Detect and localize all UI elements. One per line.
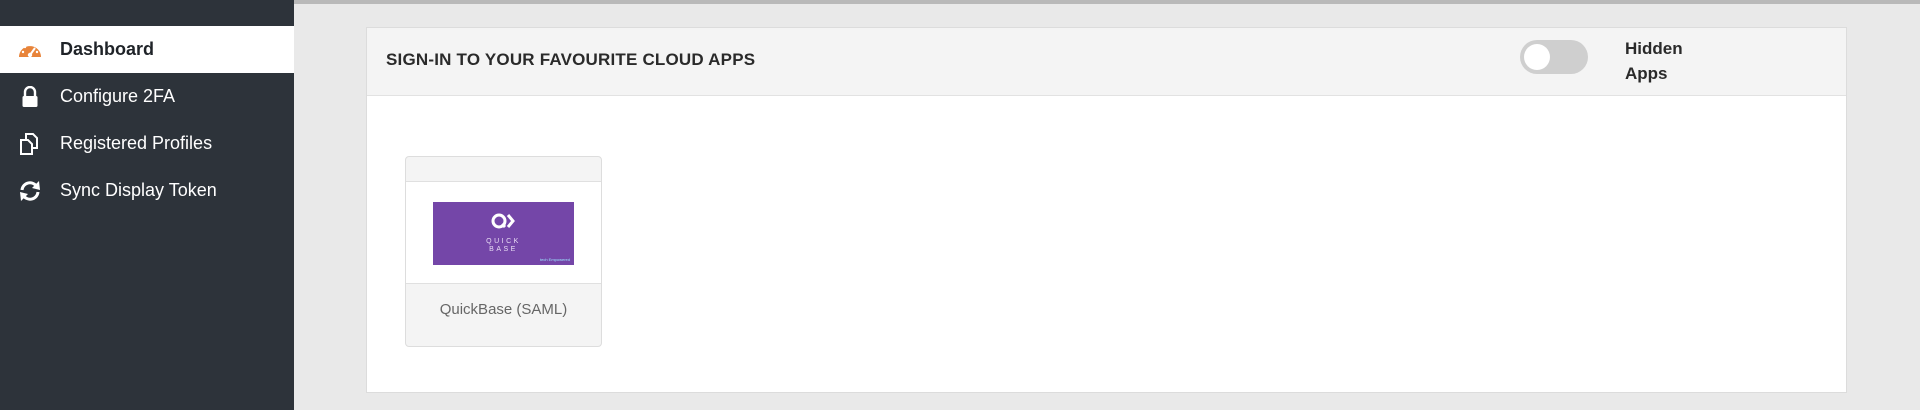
sidebar-item-label: Dashboard xyxy=(60,39,155,59)
app-name: QuickBase (SAML) xyxy=(439,301,568,318)
hidden-apps-label-line2: Apps xyxy=(1625,64,1668,83)
lock-icon xyxy=(0,85,60,108)
sidebar-item-label: Sync Display Token xyxy=(60,180,217,200)
sidebar-item-label: Registered Profiles xyxy=(60,133,213,153)
logo-badge: tech Empowered xyxy=(539,257,570,262)
logo-text-line2: BASE xyxy=(489,246,518,253)
sync-icon xyxy=(0,180,60,202)
sidebar-item-label: Configure 2FA xyxy=(60,86,176,106)
hidden-apps-label: Hidden Apps xyxy=(1625,36,1715,86)
copy-profiles-icon xyxy=(0,132,60,156)
panel-title: SIGN-IN TO YOUR FAVOURITE CLOUD APPS xyxy=(386,50,756,69)
hidden-apps-toggle[interactable] xyxy=(1520,40,1588,74)
sidebar: Dashboard Configure 2FA Registered Profi… xyxy=(0,0,294,410)
sidebar-item-configure-2fa[interactable]: Configure 2FA xyxy=(0,73,294,120)
quickbase-logo-text: QUICK BASE xyxy=(433,238,574,254)
toggle-knob xyxy=(1524,44,1550,70)
cloud-apps-panel: SIGN-IN TO YOUR FAVOURITE CLOUD APPS Hid… xyxy=(366,27,1847,393)
sidebar-item-sync-display-token[interactable]: Sync Display Token xyxy=(0,167,294,214)
sidebar-nav: Dashboard Configure 2FA Registered Profi… xyxy=(0,26,294,214)
dashboard-gauge-icon xyxy=(0,39,60,61)
quickbase-logo: QUICK BASE tech Empowered xyxy=(433,202,574,265)
hidden-apps-label-line1: Hidden xyxy=(1625,39,1683,58)
app-card-body: QUICK BASE tech Empowered xyxy=(406,182,601,284)
app-card-header xyxy=(406,157,601,182)
panel-header: SIGN-IN TO YOUR FAVOURITE CLOUD APPS Hid… xyxy=(367,28,1846,96)
quickbase-logo-mark-icon xyxy=(491,213,515,229)
sidebar-item-dashboard[interactable]: Dashboard xyxy=(0,26,294,73)
app-card-quickbase[interactable]: QUICK BASE tech Empowered QuickBase (SAM… xyxy=(405,156,602,347)
logo-text-line1: QUICK xyxy=(486,238,521,245)
sidebar-item-registered-profiles[interactable]: Registered Profiles xyxy=(0,120,294,167)
